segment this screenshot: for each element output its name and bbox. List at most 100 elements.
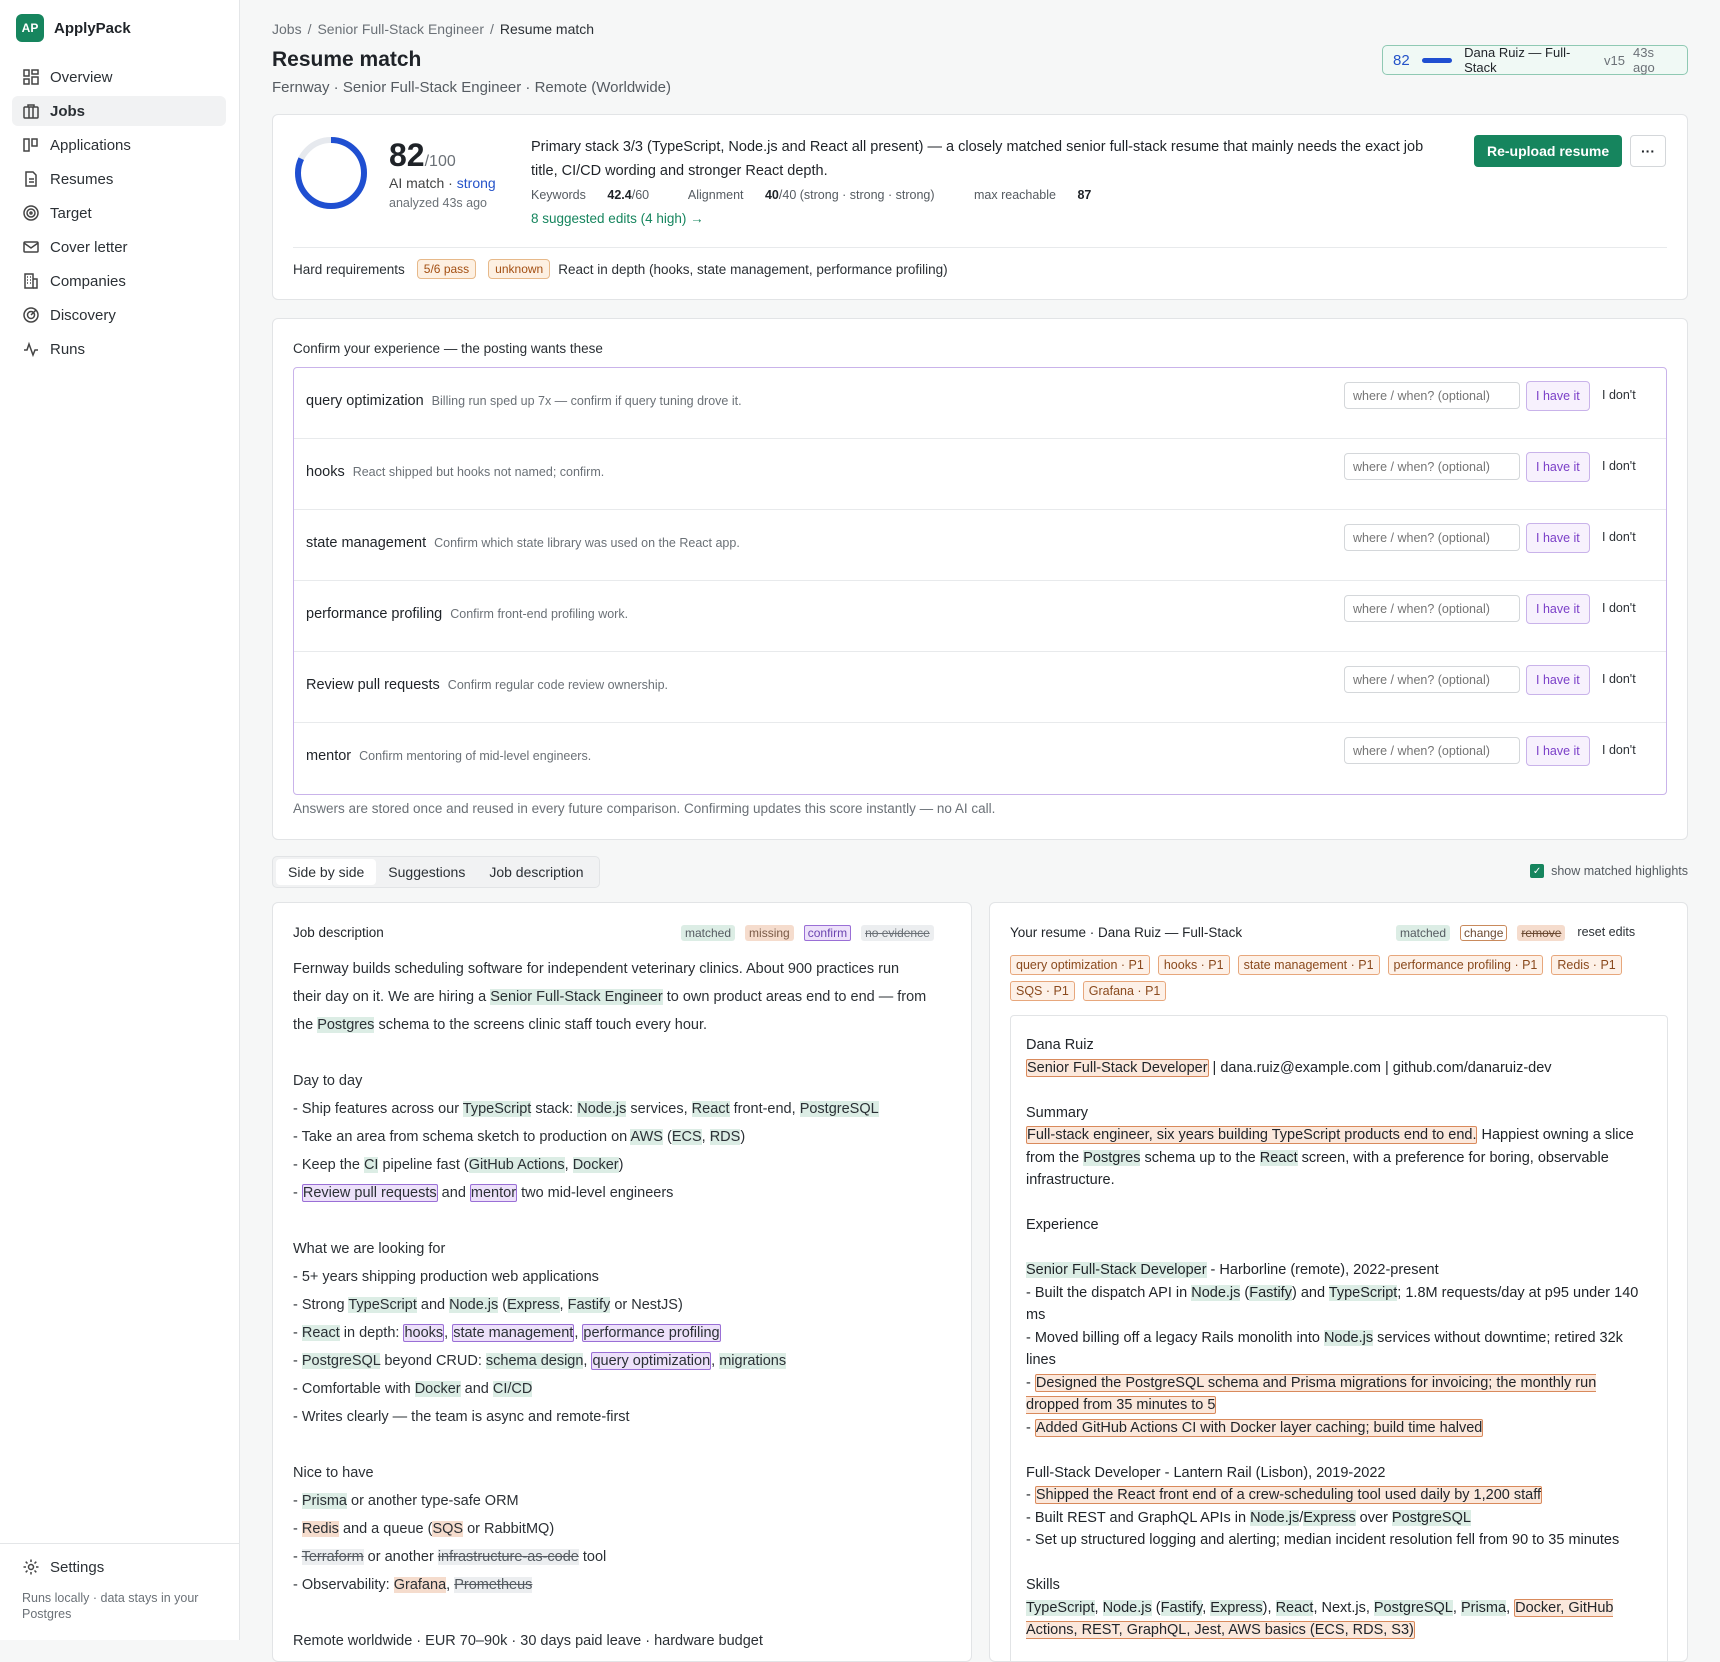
i-dont-button[interactable]: I don't bbox=[1602, 530, 1636, 544]
sidebar-item-discovery[interactable]: Discovery bbox=[12, 300, 226, 330]
resume-panel: Your resume · Dana Ruiz — Full-Stack mat… bbox=[989, 902, 1688, 1662]
breadcrumb: Jobs / Senior Full-Stack Engineer / Resume m… bbox=[272, 21, 594, 37]
where-when-input[interactable] bbox=[1344, 595, 1520, 622]
tab-side-by-side[interactable]: Side by side bbox=[276, 859, 377, 885]
hard-requirements-label: Hard requirements bbox=[293, 261, 405, 277]
sidebar-item-jobs[interactable]: Jobs bbox=[12, 96, 226, 126]
legend-matched: matched bbox=[1396, 925, 1451, 941]
breadcrumb-jobs[interactable]: Jobs bbox=[272, 21, 302, 37]
gear-icon bbox=[23, 1559, 39, 1575]
breadcrumb-separator: / bbox=[307, 21, 312, 37]
keywords-max: /60 bbox=[631, 188, 650, 202]
skill-desc: React shipped but hooks not named; confi… bbox=[352, 465, 605, 479]
where-when-input[interactable] bbox=[1344, 666, 1520, 693]
tab-suggestions[interactable]: Suggestions bbox=[376, 859, 477, 885]
sidebar-item-label: Runs bbox=[50, 340, 86, 358]
i-dont-button[interactable]: I don't bbox=[1602, 459, 1636, 473]
i-dont-button[interactable]: I don't bbox=[1602, 672, 1636, 686]
where-when-input[interactable] bbox=[1344, 453, 1520, 480]
pill-version: v15 bbox=[1604, 52, 1626, 68]
brand[interactable]: AP ApplyPack bbox=[16, 14, 131, 42]
i-have-it-button[interactable]: I have it bbox=[1526, 665, 1590, 695]
sidebar-item-label: Jobs bbox=[50, 102, 86, 120]
sidebar-item-label: Applications bbox=[50, 136, 131, 154]
keywords-value: 42.4 bbox=[607, 188, 632, 202]
sidebar-item-settings[interactable]: Settings bbox=[22, 1558, 217, 1576]
confirm-skill: Review pull requests Confirm regular code… bbox=[306, 677, 668, 693]
confirm-skill: state management Confirm which state libr… bbox=[306, 535, 740, 551]
i-have-it-button[interactable]: I have it bbox=[1526, 381, 1590, 411]
ai-match-label: AI match · strong bbox=[389, 175, 496, 191]
sidebar-item-companies[interactable]: Companies bbox=[12, 266, 226, 296]
pill-resume-name: Dana Ruiz — Full-Stack bbox=[1464, 45, 1571, 75]
where-when-input[interactable] bbox=[1344, 524, 1520, 551]
i-dont-button[interactable]: I don't bbox=[1602, 743, 1636, 757]
page-title: Resume match bbox=[272, 48, 422, 71]
view-tabs: Side by side Suggestions Job description bbox=[272, 856, 600, 888]
keywords-metric: Keywords 42.4/60 bbox=[531, 188, 667, 202]
sidebar-item-cover-letter[interactable]: Cover letter bbox=[12, 232, 226, 262]
i-have-it-button[interactable]: I have it bbox=[1526, 736, 1590, 766]
sidebar-footer: Settings Runs locally · data stays in yo… bbox=[0, 1543, 239, 1636]
suggested-edits-link[interactable]: 8 suggested edits (4 high) → bbox=[531, 211, 704, 226]
skill-name: Review pull requests bbox=[306, 677, 440, 693]
sidebar-item-resumes[interactable]: Resumes bbox=[12, 164, 226, 194]
reset-edits-button[interactable]: reset edits bbox=[1577, 925, 1635, 941]
resume-version-pill[interactable]: 82 Dana Ruiz — Full-Stack v15 43s ago bbox=[1382, 45, 1688, 75]
sidebar-item-target[interactable]: Target bbox=[12, 198, 226, 228]
radar-icon bbox=[23, 307, 39, 323]
reupload-resume-button[interactable]: Re-upload resume bbox=[1474, 135, 1623, 167]
i-have-it-button[interactable]: I have it bbox=[1526, 594, 1590, 624]
more-options-button[interactable]: ··· bbox=[1630, 135, 1666, 167]
confirm-footer-note: Answers are stored once and reused in ev… bbox=[293, 801, 996, 816]
local-data-note: Runs locally · data stays in your Postgr… bbox=[22, 1591, 199, 1621]
confirm-skill: query optimization Billing run sped up 7x… bbox=[306, 393, 742, 409]
show-highlights-toggle[interactable]: ✓ show matched highlights bbox=[1530, 864, 1688, 878]
job-description-panel: Job description matched missing confirm … bbox=[272, 902, 972, 1662]
skill-desc: Confirm regular code review ownership. bbox=[447, 678, 669, 692]
where-when-input[interactable] bbox=[1344, 382, 1520, 409]
i-dont-button[interactable]: I don't bbox=[1602, 388, 1636, 402]
skill-name: performance profiling bbox=[306, 606, 443, 622]
keyword-chip[interactable]: state management · P1 bbox=[1237, 955, 1380, 975]
i-have-it-button[interactable]: I have it bbox=[1526, 523, 1590, 553]
keyword-chip[interactable]: SQS · P1 bbox=[1010, 981, 1075, 1001]
where-when-input[interactable] bbox=[1344, 737, 1520, 764]
confirm-row: hooks React shipped but hooks not named; … bbox=[294, 439, 1666, 510]
app-name: ApplyPack bbox=[54, 19, 131, 37]
skill-name: hooks bbox=[306, 464, 345, 480]
sidebar-item-overview[interactable]: Overview bbox=[12, 62, 226, 92]
checkbox-checked-icon[interactable]: ✓ bbox=[1530, 864, 1545, 878]
confirm-row: mentor Confirm mentoring of mid-level eng… bbox=[294, 723, 1666, 794]
confirm-row: query optimization Billing run sped up 7x… bbox=[294, 368, 1666, 439]
breadcrumb-separator: / bbox=[490, 21, 494, 37]
settings-label: Settings bbox=[50, 1558, 105, 1576]
hard-requirements: Hard requirements 5/6 pass unknown React… bbox=[293, 259, 948, 279]
keyword-chip[interactable]: Redis · P1 bbox=[1551, 955, 1622, 975]
requirement-text: React in depth (hooks, state management,… bbox=[558, 261, 948, 277]
i-dont-button[interactable]: I don't bbox=[1602, 601, 1636, 615]
sidebar: AP ApplyPack Overview Jobs Applications … bbox=[0, 0, 240, 1640]
skill-desc: Confirm which state library was used on … bbox=[434, 536, 740, 550]
sidebar-item-applications[interactable]: Applications bbox=[12, 130, 226, 160]
score-value: 82/100 bbox=[389, 137, 456, 174]
confirm-skill: performance profiling Confirm front-end p… bbox=[306, 606, 628, 622]
legend-remove: remove bbox=[1517, 925, 1566, 941]
tab-job-description[interactable]: Job description bbox=[477, 859, 595, 885]
resume-legend: matched change remove reset edits bbox=[1386, 925, 1635, 941]
keyword-chip[interactable]: Grafana · P1 bbox=[1082, 981, 1167, 1001]
keywords-label: Keywords bbox=[531, 188, 586, 202]
breadcrumb-job[interactable]: Senior Full-Stack Engineer bbox=[317, 21, 484, 37]
alignment-label: Alignment bbox=[687, 188, 744, 202]
i-have-it-button[interactable]: I have it bbox=[1526, 452, 1590, 482]
skill-name: query optimization bbox=[306, 393, 424, 409]
requirement-status-badge: unknown bbox=[488, 259, 551, 279]
sidebar-item-label: Discovery bbox=[50, 306, 116, 324]
missing-keyword-chips: query optimization · P1 hooks · P1 state… bbox=[1010, 955, 1630, 1007]
keyword-chip[interactable]: query optimization · P1 bbox=[1010, 955, 1150, 975]
briefcase-icon bbox=[23, 104, 39, 119]
sidebar-item-runs[interactable]: Runs bbox=[12, 334, 226, 364]
keyword-chip[interactable]: performance profiling · P1 bbox=[1387, 955, 1544, 975]
keyword-chip[interactable]: hooks · P1 bbox=[1157, 955, 1230, 975]
skill-desc: Confirm front-end profiling work. bbox=[450, 607, 629, 621]
